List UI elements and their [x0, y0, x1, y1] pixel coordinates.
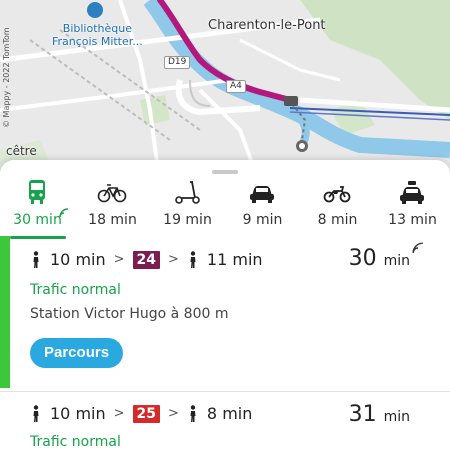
- mode-time: 9 min: [242, 212, 283, 228]
- motorbike-icon: [323, 186, 351, 203]
- chevron-right-icon: >: [168, 406, 179, 421]
- route-steps: 10 min > 25 > 8 min: [30, 404, 252, 423]
- taxi-icon: [400, 181, 424, 204]
- road-shield-a4: A4: [226, 80, 246, 93]
- mode-tab-car[interactable]: 9 min: [225, 178, 300, 240]
- walk-icon: [190, 404, 196, 422]
- walk-icon: [33, 250, 39, 268]
- bicycle-icon: [97, 184, 127, 203]
- mode-tab-scooter[interactable]: 19 min: [150, 178, 225, 240]
- mode-tab-transit[interactable]: 30 min: [0, 178, 75, 240]
- bus-line-badge: 24: [132, 250, 161, 269]
- car-icon: [250, 186, 274, 203]
- chevron-right-icon: >: [168, 252, 179, 267]
- scooter-icon: [175, 181, 200, 204]
- sheet-drag-handle[interactable]: [212, 170, 238, 174]
- mode-time: 19 min: [163, 212, 212, 228]
- realtime-signal-icon: [59, 208, 69, 218]
- route-sheet[interactable]: 30 min 18 min 19 min 9 min 8 min 13 min …: [0, 160, 450, 450]
- route-card-2[interactable]: 10 min > 25 > 8 min 31 min Trafic normal: [0, 391, 450, 450]
- traffic-status: Trafic normal: [30, 434, 121, 450]
- traffic-status: Trafic normal: [30, 282, 121, 298]
- route-details-button[interactable]: Parcours: [30, 338, 124, 368]
- map-label-partial: cêtre: [6, 144, 37, 158]
- mode-tab-taxi[interactable]: 13 min: [375, 178, 450, 240]
- bus-icon: [29, 180, 45, 204]
- mode-time: 18 min: [88, 212, 137, 228]
- walk-icon: [33, 404, 39, 422]
- chevron-right-icon: >: [113, 406, 125, 421]
- road-shield-d19: D19: [164, 56, 191, 69]
- route-card-1[interactable]: 10 min > 24 > 11 min 30 min Trafic norma…: [0, 236, 450, 388]
- route-duration: 31 min: [348, 402, 410, 427]
- walk-duration: 11 min: [206, 250, 263, 269]
- chevron-right-icon: >: [113, 252, 125, 267]
- realtime-signal-icon: [412, 242, 423, 253]
- mode-tab-bike[interactable]: 18 min: [75, 178, 150, 240]
- station-info: Station Victor Hugo à 800 m: [30, 306, 229, 322]
- route-steps: 10 min > 24 > 11 min: [30, 250, 263, 269]
- walk-duration: 10 min: [50, 404, 106, 423]
- map-poi-library[interactable]: Bibliothèque François Mitter...: [52, 22, 143, 48]
- transport-mode-bar: 30 min 18 min 19 min 9 min 8 min 13 min: [0, 178, 450, 240]
- mode-tab-motorbike[interactable]: 8 min: [300, 178, 375, 240]
- walk-duration: 8 min: [206, 404, 253, 423]
- walk-icon: [190, 250, 196, 268]
- walk-duration: 10 min: [50, 250, 106, 269]
- route-duration: 30 min: [349, 242, 423, 271]
- map-view[interactable]: Bibliothèque François Mitter... Charento…: [0, 0, 450, 185]
- bus-line-badge: 25: [132, 404, 161, 423]
- mode-time: 8 min: [317, 212, 358, 228]
- selected-route-indicator: [0, 236, 10, 388]
- mode-time: 13 min: [388, 212, 437, 228]
- map-copyright: © Mappy - 2022 TomTom: [2, 27, 11, 128]
- map-label-city: Charenton-le-Pont: [208, 18, 326, 33]
